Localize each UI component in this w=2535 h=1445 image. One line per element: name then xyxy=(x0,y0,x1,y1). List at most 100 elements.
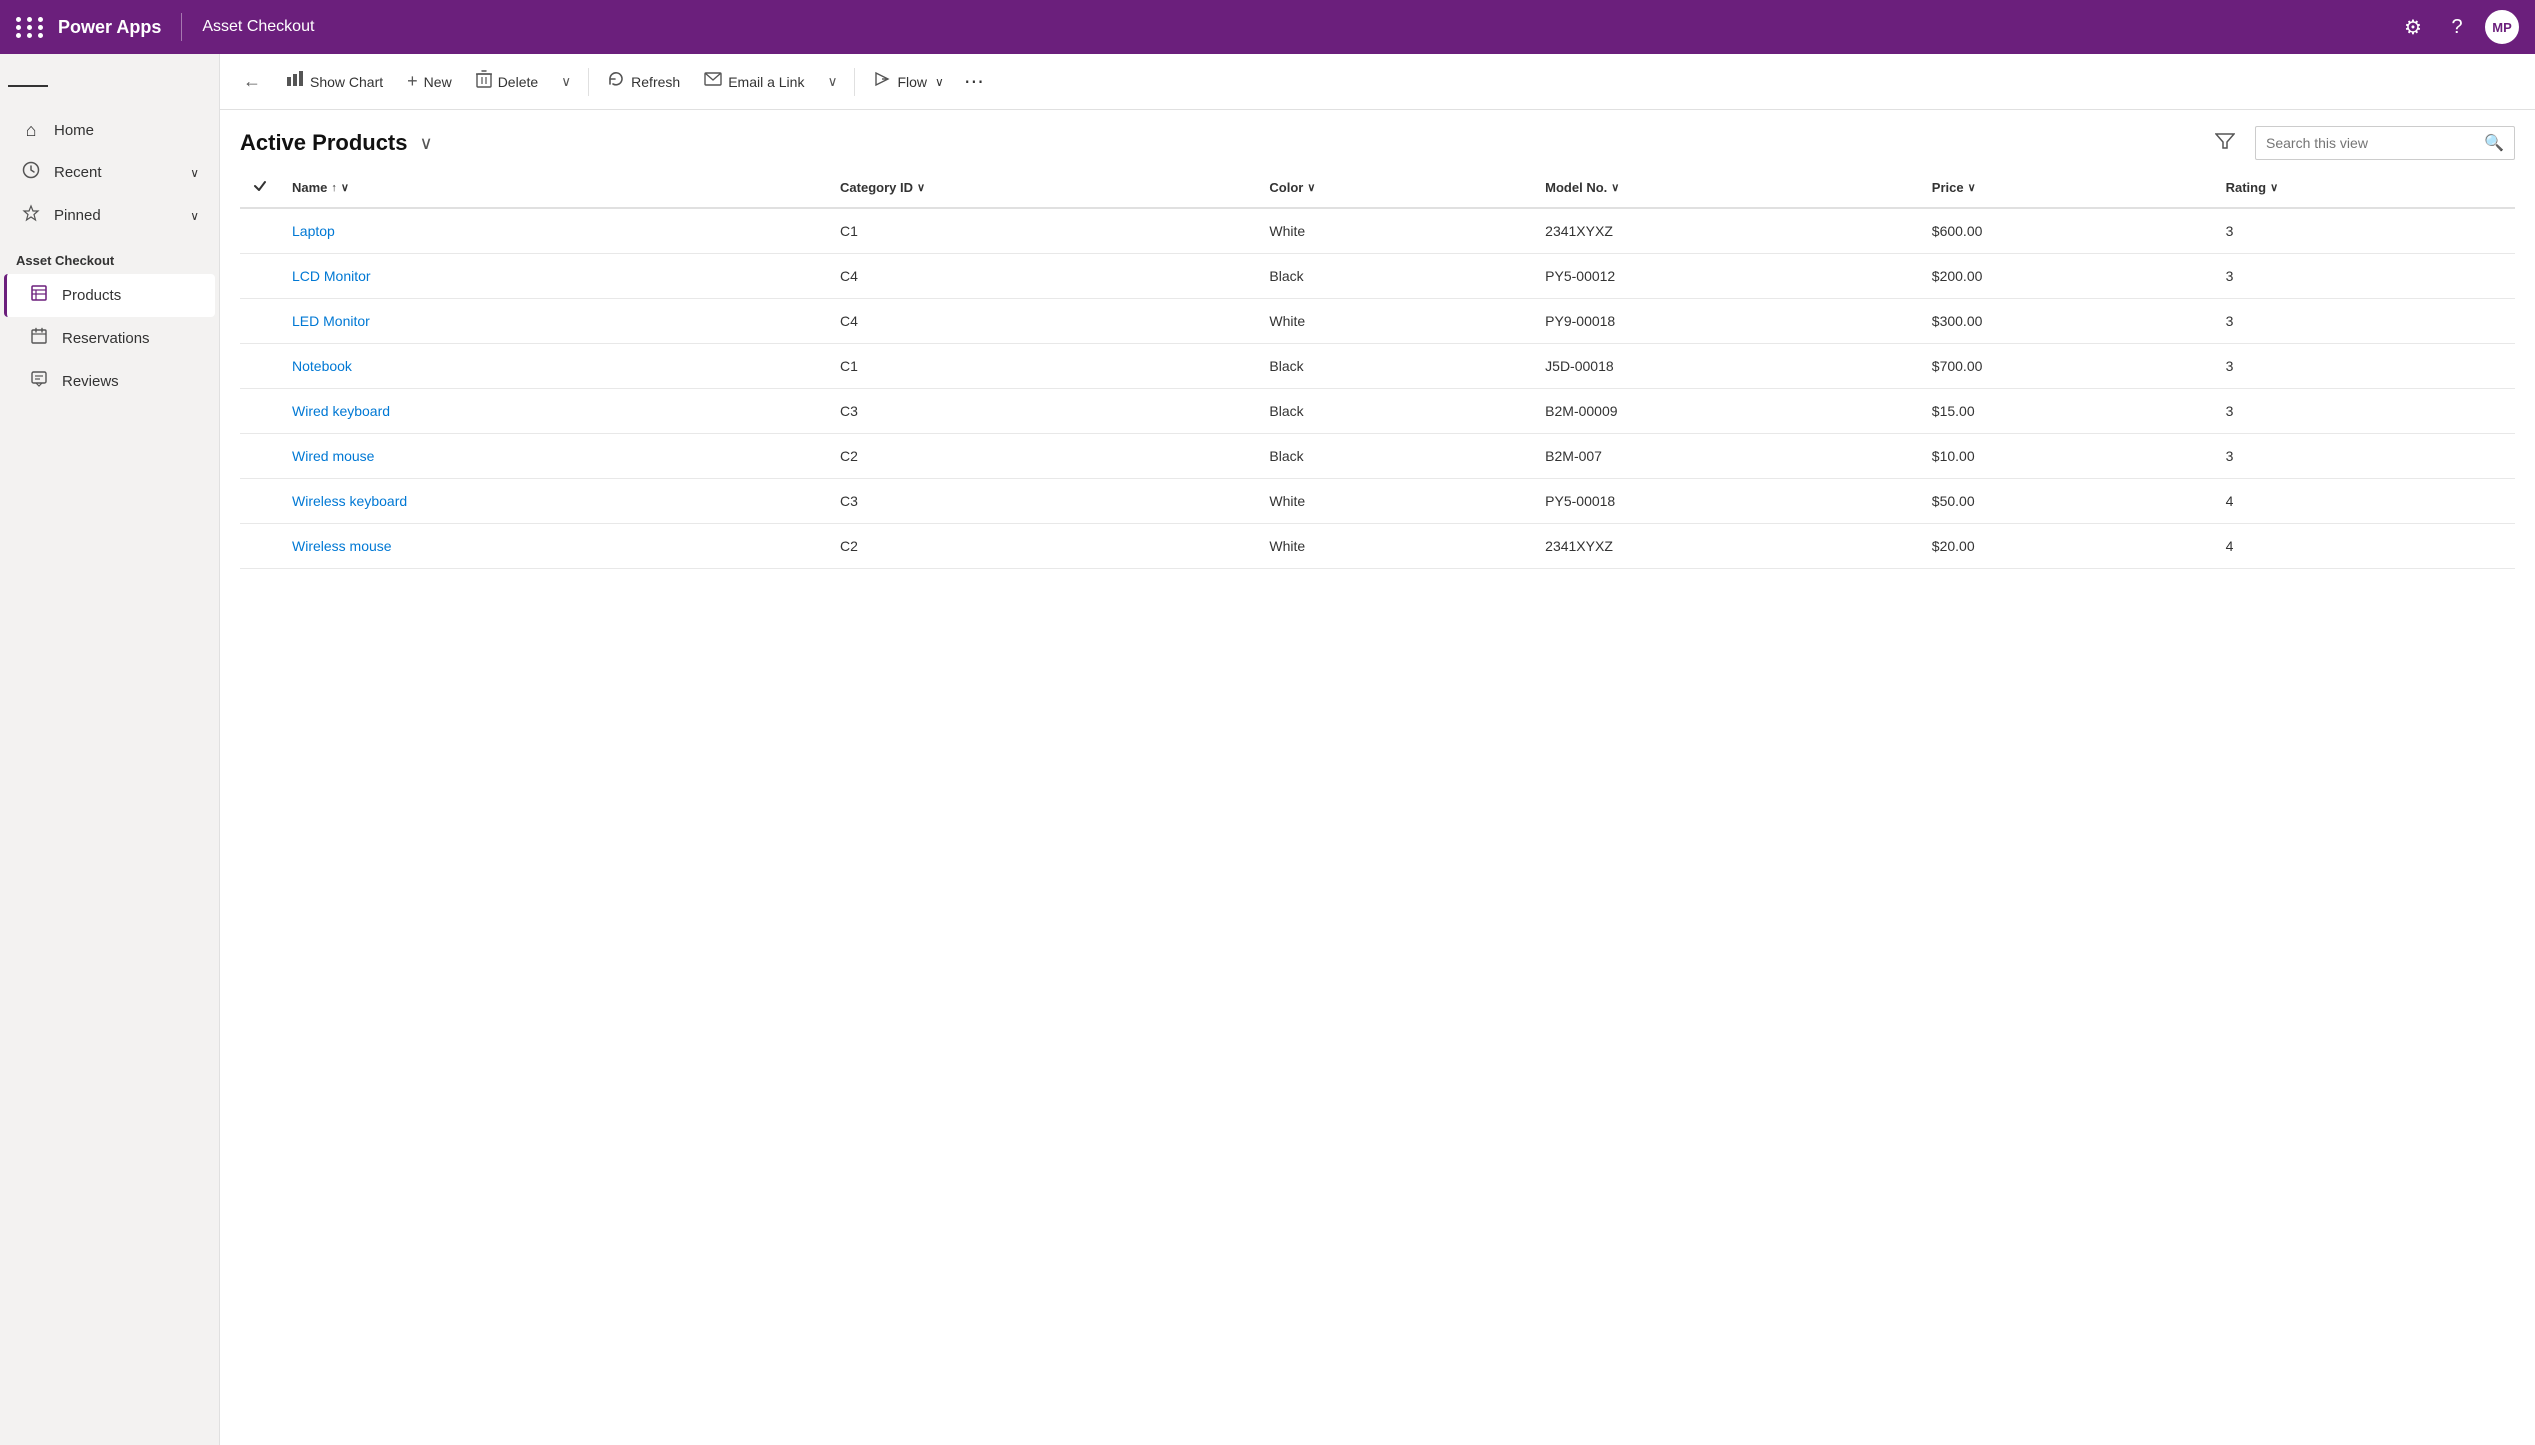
settings-icon[interactable]: ⚙ xyxy=(2397,11,2429,43)
products-icon xyxy=(28,284,50,307)
email-link-button[interactable]: Email a Link xyxy=(694,66,814,97)
name-column-header[interactable]: Name ↑ ∨ xyxy=(280,168,828,208)
category-sort-icon: ∨ xyxy=(917,181,925,194)
rating-sort-icon: ∨ xyxy=(2270,181,2278,194)
sidebar-item-pinned[interactable]: Pinned ∨ xyxy=(4,194,215,237)
sidebar-item-products[interactable]: Products xyxy=(4,274,215,317)
row-name[interactable]: Wired mouse xyxy=(280,434,828,479)
table-container: Name ↑ ∨ Category ID ∨ xyxy=(220,168,2535,1445)
row-rating: 3 xyxy=(2214,208,2515,254)
table-row: Wired mouse C2 Black B2M-007 $10.00 3 xyxy=(240,434,2515,479)
price-sort-icon: ∨ xyxy=(1968,181,1976,194)
row-color: Black xyxy=(1257,389,1533,434)
select-all-column[interactable] xyxy=(240,168,280,208)
row-checkbox[interactable] xyxy=(240,524,280,569)
table-row: LCD Monitor C4 Black PY5-00012 $200.00 3 xyxy=(240,254,2515,299)
delete-dropdown-button[interactable]: ∨ xyxy=(552,68,580,96)
row-rating: 4 xyxy=(2214,524,2515,569)
row-checkbox[interactable] xyxy=(240,434,280,479)
products-table: Name ↑ ∨ Category ID ∨ xyxy=(240,168,2515,569)
row-price: $15.00 xyxy=(1920,389,2214,434)
brand-name: Power Apps xyxy=(58,17,161,38)
color-column-header[interactable]: Color ∨ xyxy=(1257,168,1533,208)
delete-button[interactable]: Delete xyxy=(466,64,548,99)
delete-label: Delete xyxy=(498,74,538,90)
table-row: Notebook C1 Black J5D-00018 $700.00 3 xyxy=(240,344,2515,389)
hamburger-menu-button[interactable] xyxy=(8,66,48,106)
row-price: $10.00 xyxy=(1920,434,2214,479)
view-title-chevron-icon[interactable]: ∨ xyxy=(420,133,433,154)
price-column-header[interactable]: Price ∨ xyxy=(1920,168,2214,208)
row-checkbox[interactable] xyxy=(240,208,280,254)
rating-column-header[interactable]: Rating ∨ xyxy=(2214,168,2515,208)
flow-button[interactable]: Flow ∨ xyxy=(863,64,953,99)
table-row: LED Monitor C4 White PY9-00018 $300.00 3 xyxy=(240,299,2515,344)
row-checkbox[interactable] xyxy=(240,479,280,524)
row-name[interactable]: Wireless keyboard xyxy=(280,479,828,524)
model-no-column-header[interactable]: Model No. ∨ xyxy=(1533,168,1920,208)
help-icon[interactable]: ? xyxy=(2441,11,2473,43)
row-name[interactable]: LED Monitor xyxy=(280,299,828,344)
row-name[interactable]: Wired keyboard xyxy=(280,389,828,434)
flow-icon xyxy=(873,70,891,93)
show-chart-label: Show Chart xyxy=(310,74,383,90)
avatar[interactable]: MP xyxy=(2485,10,2519,44)
sidebar: ⌂ Home Recent ∨ Pinned ∨ Asset Checkout xyxy=(0,54,220,1445)
row-color: White xyxy=(1257,299,1533,344)
toolbar-divider-1 xyxy=(588,68,589,96)
more-options-button[interactable]: ⋯ xyxy=(958,66,990,98)
row-rating: 3 xyxy=(2214,299,2515,344)
row-checkbox[interactable] xyxy=(240,344,280,389)
new-button[interactable]: + New xyxy=(397,65,462,98)
search-input[interactable] xyxy=(2266,135,2476,151)
search-box[interactable]: 🔍 xyxy=(2255,126,2515,160)
toolbar: ← Show Chart + New xyxy=(220,54,2535,110)
price-col-label: Price xyxy=(1932,180,1964,195)
row-checkbox[interactable] xyxy=(240,299,280,344)
pinned-chevron-icon: ∨ xyxy=(190,209,199,223)
row-rating: 3 xyxy=(2214,389,2515,434)
table-row: Wireless keyboard C3 White PY5-00018 $50… xyxy=(240,479,2515,524)
row-rating: 3 xyxy=(2214,254,2515,299)
row-name[interactable]: LCD Monitor xyxy=(280,254,828,299)
row-category-id: C3 xyxy=(828,389,1257,434)
name-sort-asc-icon: ↑ xyxy=(331,182,337,194)
show-chart-icon xyxy=(286,70,304,93)
main-layout: ⌂ Home Recent ∨ Pinned ∨ Asset Checkout xyxy=(0,54,2535,1445)
back-button[interactable]: ← xyxy=(236,66,268,98)
row-name[interactable]: Laptop xyxy=(280,208,828,254)
model-col-label: Model No. xyxy=(1545,180,1607,195)
email-dropdown-button[interactable]: ∨ xyxy=(818,68,846,96)
view-header: Active Products ∨ 🔍 xyxy=(220,110,2535,168)
sidebar-item-reservations[interactable]: Reservations xyxy=(4,317,215,360)
row-model-no: PY9-00018 xyxy=(1533,299,1920,344)
row-color: Black xyxy=(1257,254,1533,299)
row-category-id: C3 xyxy=(828,479,1257,524)
row-category-id: C1 xyxy=(828,208,1257,254)
sidebar-reservations-label: Reservations xyxy=(62,330,150,347)
show-chart-button[interactable]: Show Chart xyxy=(276,64,393,99)
sidebar-item-home[interactable]: ⌂ Home xyxy=(4,110,215,151)
row-name[interactable]: Wireless mouse xyxy=(280,524,828,569)
content-area: ← Show Chart + New xyxy=(220,54,2535,1445)
apps-grid-icon[interactable] xyxy=(16,17,46,38)
flow-chevron-icon: ∨ xyxy=(935,75,944,89)
row-category-id: C4 xyxy=(828,299,1257,344)
refresh-button[interactable]: Refresh xyxy=(597,64,690,99)
sidebar-reviews-label: Reviews xyxy=(62,373,119,390)
sidebar-recent-label: Recent xyxy=(54,164,178,181)
toolbar-divider-2 xyxy=(854,68,855,96)
row-checkbox[interactable] xyxy=(240,389,280,434)
row-name[interactable]: Notebook xyxy=(280,344,828,389)
sidebar-home-label: Home xyxy=(54,122,199,139)
category-col-label: Category ID xyxy=(840,180,913,195)
table-row: Wired keyboard C3 Black B2M-00009 $15.00… xyxy=(240,389,2515,434)
filter-icon[interactable] xyxy=(2215,132,2235,155)
row-model-no: J5D-00018 xyxy=(1533,344,1920,389)
category-id-column-header[interactable]: Category ID ∨ xyxy=(828,168,1257,208)
row-checkbox[interactable] xyxy=(240,254,280,299)
sidebar-item-reviews[interactable]: Reviews xyxy=(4,360,215,403)
model-sort-icon: ∨ xyxy=(1611,181,1619,194)
sidebar-item-recent[interactable]: Recent ∨ xyxy=(4,151,215,194)
row-price: $200.00 xyxy=(1920,254,2214,299)
